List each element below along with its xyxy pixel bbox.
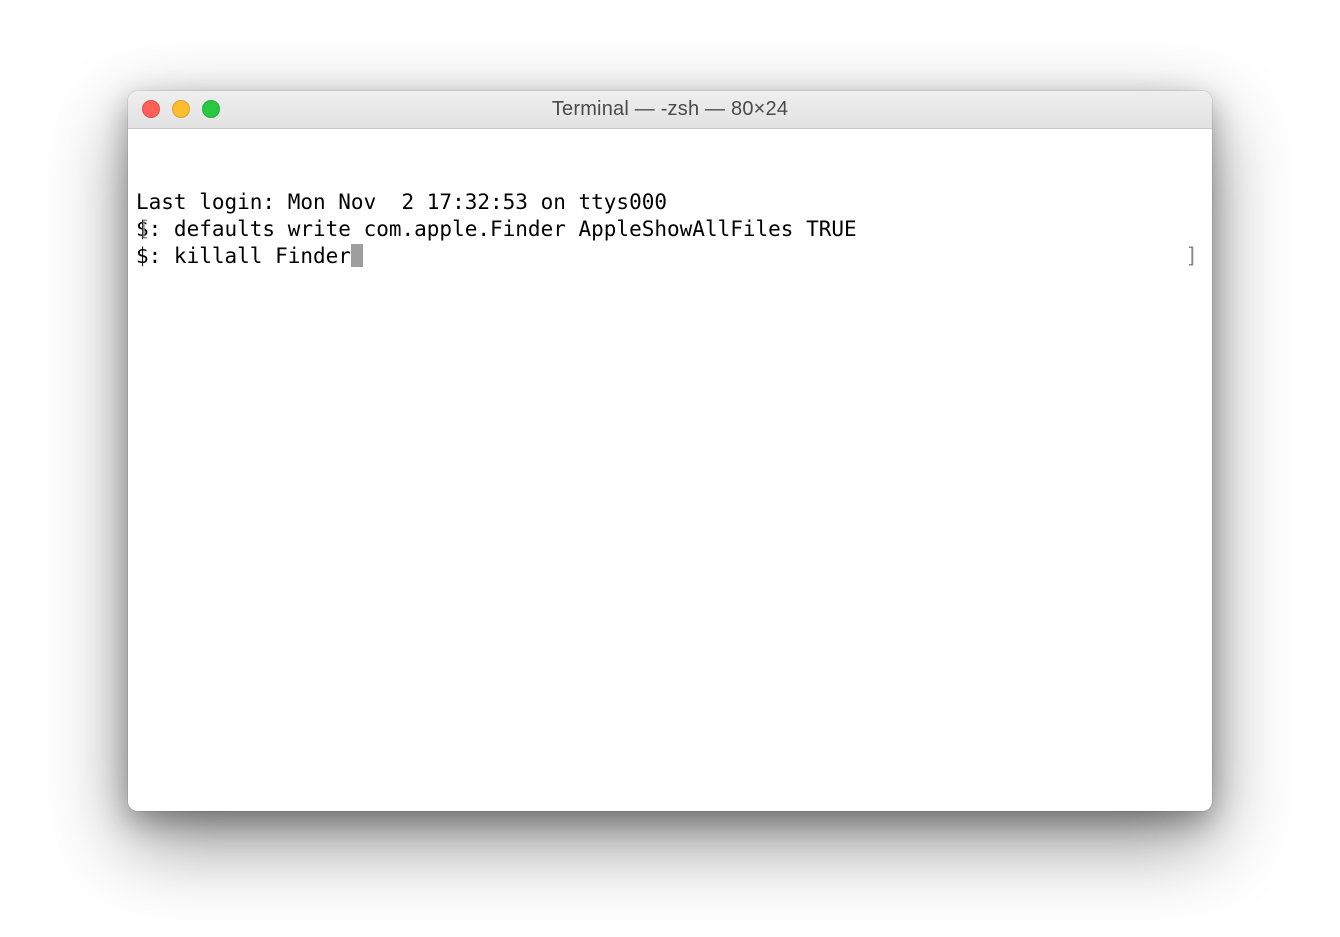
terminal-line: Last login: Mon Nov 2 17:32:53 on ttys00… [136,189,1204,216]
maximize-button[interactable] [202,100,220,118]
traffic-lights [128,100,220,118]
minimize-button[interactable] [172,100,190,118]
titlebar[interactable]: Terminal — -zsh — 80×24 [128,91,1212,129]
terminal-body[interactable]: Last login: Mon Nov 2 17:32:53 on ttys00… [128,129,1212,811]
terminal-window: Terminal — -zsh — 80×24 Last login: Mon … [128,91,1212,811]
window-title: Terminal — -zsh — 80×24 [128,98,1212,121]
bracket-right-icon: ] [1185,243,1198,270]
bracket-left-icon: [ [138,216,151,243]
terminal-line: $: defaults write com.apple.Finder Apple… [136,216,1204,243]
terminal-line: $: killall Finder [136,244,351,268]
terminal-line-wrapper: [$: defaults write com.apple.Finder Appl… [136,216,1204,243]
cursor-icon [351,244,363,267]
close-button[interactable] [142,100,160,118]
